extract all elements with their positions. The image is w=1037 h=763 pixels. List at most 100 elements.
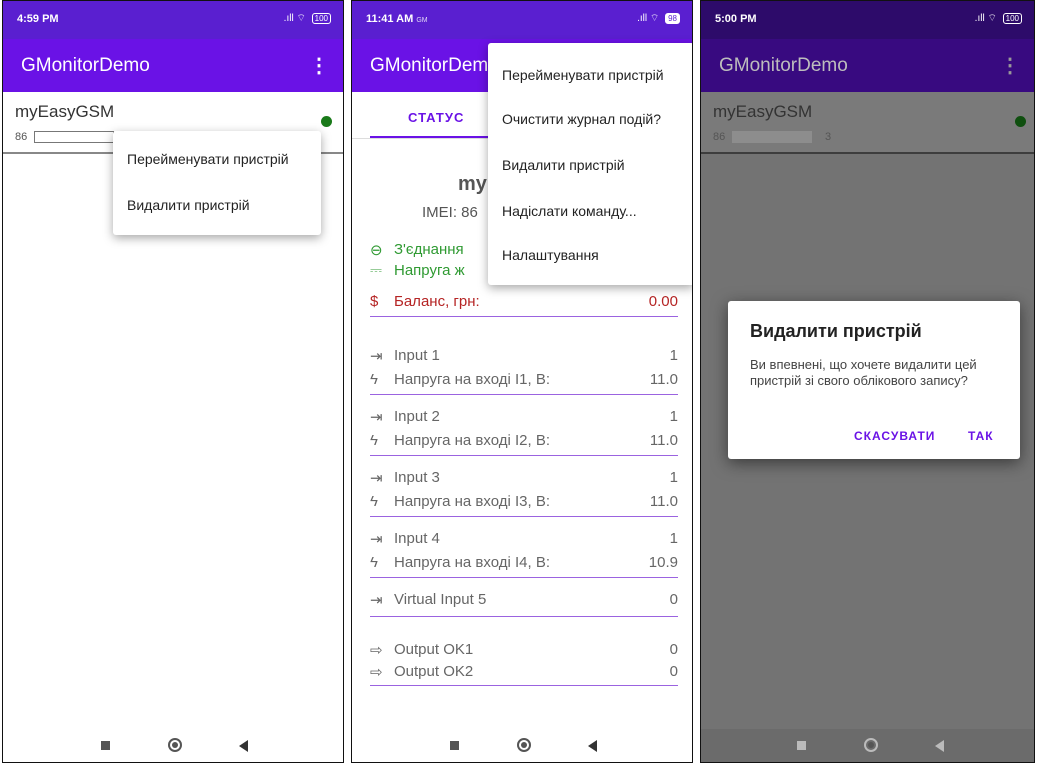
device-subtitle: 86	[15, 131, 28, 143]
menu-item-delete[interactable]: Видалити пристрій	[127, 197, 250, 213]
screen-device-list: 4:59 PM .ıll ⌔ 100 GMonitorDemo ⋮ myEasy…	[2, 0, 344, 763]
status-time: 11:41 AM GM	[366, 13, 428, 25]
input-icon: ⇥	[370, 409, 383, 426]
menu-item-settings[interactable]: Налаштування	[502, 247, 599, 263]
home-icon[interactable]	[168, 738, 182, 752]
signal-icon: .ıll	[283, 13, 294, 24]
system-nav-bar	[701, 729, 1034, 762]
balance-row: $ Баланс, грн: 0.00	[370, 293, 678, 310]
dollar-icon: $	[370, 293, 379, 310]
divider	[370, 577, 678, 578]
input-row: ⇥ Input 41	[370, 530, 678, 548]
delete-device-dialog: Видалити пристрій Ви впевнені, що хочете…	[728, 301, 1020, 459]
divider	[370, 316, 678, 317]
overflow-menu-icon[interactable]: ⋮	[1000, 53, 1020, 78]
balance-value: 0.00	[648, 293, 678, 310]
wifi-icon: ⌔	[649, 13, 660, 24]
overflow-menu-icon[interactable]: ⋮	[309, 53, 329, 78]
app-bar: GMonitorDemo ⋮	[3, 39, 343, 92]
divider	[370, 455, 678, 456]
back-icon[interactable]	[239, 740, 248, 752]
overflow-menu: Перейменувати пристрій Очистити журнал п…	[488, 43, 692, 285]
battery-icon: 100	[1002, 13, 1022, 24]
output-row: ⇨ Output OK1 0	[370, 641, 678, 659]
dc-voltage-icon: ⎓	[370, 262, 382, 279]
battery-icon: 100	[311, 13, 331, 24]
app-title: GMonitorDemo	[719, 55, 848, 76]
output-icon: ⇨	[370, 664, 383, 681]
link-icon: ⊖	[370, 242, 383, 259]
menu-item-rename[interactable]: Перейменувати пристрій	[127, 151, 289, 167]
confirm-button[interactable]: ТАК	[968, 429, 994, 443]
device-name: myEasyGSM	[15, 102, 115, 121]
app-bar: GMonitorDemo ⋮	[701, 39, 1034, 92]
signal-icon: .ıll	[974, 13, 985, 24]
home-icon[interactable]	[864, 738, 878, 752]
output-row: ⇨ Output OK2 0	[370, 663, 678, 681]
device-progress-bar	[732, 131, 812, 143]
wifi-icon: ⌔	[987, 13, 997, 24]
status-icons: .ıll ⌔ 98	[637, 12, 680, 25]
input-row: ⇥ Input 21	[370, 408, 678, 426]
online-status-dot	[321, 116, 332, 127]
input-icon: ⇥	[370, 470, 383, 487]
status-icons: .ıll ⌔ 100	[284, 12, 331, 25]
status-bar: 5:00 PM .ıll ⌔ 100	[701, 1, 1034, 39]
output-icon: ⇨	[370, 642, 383, 659]
back-icon[interactable]	[935, 740, 944, 752]
input-voltage-row: ϟ Напруга на вході I2, В: 11.0	[370, 432, 678, 449]
input-icon: ⇥	[370, 531, 383, 548]
battery-icon: 98	[665, 13, 680, 24]
status-time: 5:00 PM	[715, 13, 757, 25]
input-icon: ⇥	[370, 592, 383, 609]
recents-icon[interactable]	[797, 741, 806, 750]
wifi-icon: ⌔	[296, 13, 306, 24]
device-title: my	[458, 173, 487, 195]
device-imei: IMEI: 86	[422, 204, 478, 221]
input-row: ⇥ Input 11	[370, 347, 678, 365]
cancel-button[interactable]: СКАСУВАТИ	[854, 429, 935, 443]
lightning-icon: ϟ	[370, 493, 378, 510]
device-subtitle: 86	[713, 131, 726, 143]
lightning-icon: ϟ	[370, 371, 378, 388]
input-icon: ⇥	[370, 348, 383, 365]
screen-delete-dialog: 5:00 PM .ıll ⌔ 100 GMonitorDemo ⋮ myEasy…	[700, 0, 1035, 763]
status-bar: 11:41 AM GM .ıll ⌔ 98	[352, 1, 692, 39]
app-title: GMonitorDemo	[21, 55, 150, 76]
device-progress-bar	[34, 131, 114, 143]
online-status-dot	[1015, 116, 1026, 127]
status-bar: 4:59 PM .ıll ⌔ 100	[3, 1, 343, 39]
dialog-message: Ви впевнені, що хочете видалити цей прис…	[750, 357, 977, 388]
divider	[370, 616, 678, 617]
input-voltage-row: ϟ Напруга на вході I3, В: 11.0	[370, 493, 678, 510]
tab-status[interactable]: СТАТУС	[408, 110, 464, 125]
input-voltage-row: ϟ Напруга на вході I4, В: 10.9	[370, 554, 678, 571]
recents-icon[interactable]	[101, 741, 110, 750]
lightning-icon: ϟ	[370, 432, 378, 449]
divider	[370, 685, 678, 686]
status-time: 4:59 PM	[17, 13, 59, 25]
virtual-input-row: ⇥ Virtual Input 50	[370, 591, 678, 609]
divider	[370, 516, 678, 517]
input-voltage-row: ϟ Напруга на вході I1, В: 11.0	[370, 371, 678, 388]
device-subtitle-end: 3	[825, 131, 832, 143]
system-nav-bar	[3, 729, 343, 762]
menu-item-rename[interactable]: Перейменувати пристрій	[502, 67, 664, 83]
home-icon[interactable]	[517, 738, 531, 752]
menu-item-send-command[interactable]: Надіслати команду...	[502, 203, 637, 219]
tab-indicator	[370, 136, 490, 138]
divider	[370, 394, 678, 395]
device-name: myEasyGSM	[713, 102, 813, 121]
device-list-item: myEasyGSM 86 3	[701, 92, 1034, 154]
system-nav-bar	[352, 729, 692, 762]
menu-item-delete[interactable]: Видалити пристрій	[502, 157, 625, 173]
screen-device-status: 11:41 AM GM .ıll ⌔ 98 GMonitorDem СТАТУС…	[351, 0, 693, 763]
status-icons: .ıll ⌔ 100	[975, 12, 1022, 25]
input-row: ⇥ Input 31	[370, 469, 678, 487]
app-title: GMonitorDem	[370, 55, 489, 76]
recents-icon[interactable]	[450, 741, 459, 750]
lightning-icon: ϟ	[370, 554, 378, 571]
dialog-title: Видалити пристрій	[750, 321, 922, 341]
menu-item-clear-log[interactable]: Очистити журнал подій?	[502, 111, 661, 127]
back-icon[interactable]	[588, 740, 597, 752]
